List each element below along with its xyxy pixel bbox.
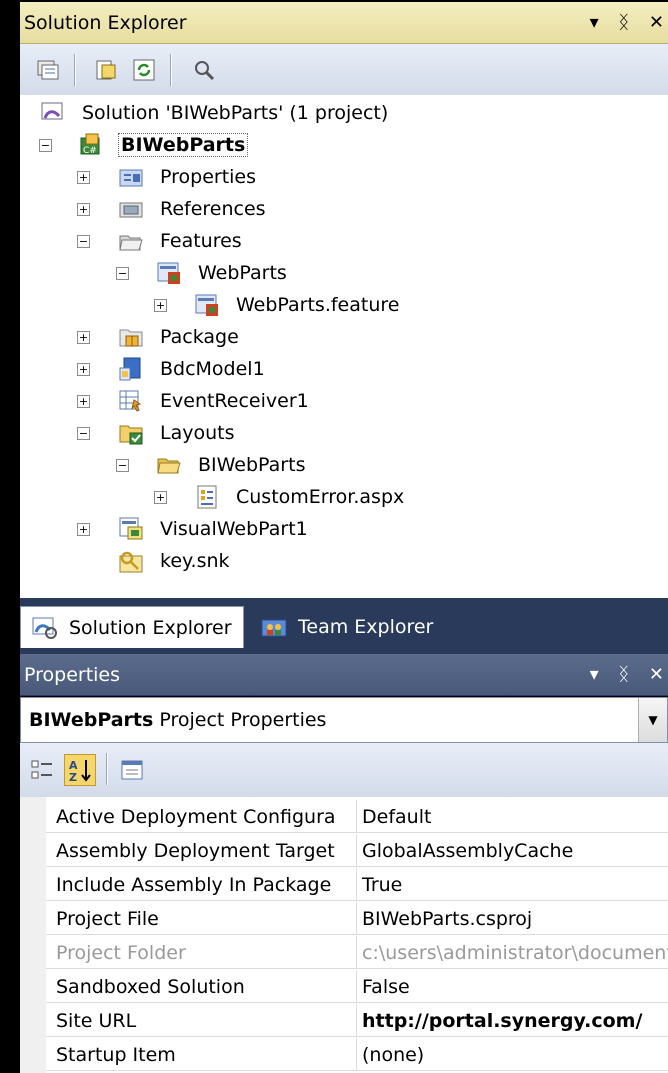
property-value[interactable]: True xyxy=(357,868,668,901)
tree-item-webparts-feature[interactable]: WebParts.feature xyxy=(194,290,399,320)
explorer-tab-strip: Solution Explorer Team Explorer xyxy=(20,598,668,654)
expand-icon[interactable]: + xyxy=(77,203,90,216)
solution-explorer-tab-icon xyxy=(32,617,57,639)
collapse-icon[interactable]: − xyxy=(39,139,52,152)
property-value[interactable]: GlobalAssemblyCache xyxy=(357,834,668,867)
property-row[interactable]: Active Deployment Configura Default xyxy=(20,800,668,834)
property-name: Assembly Deployment Target xyxy=(46,834,357,867)
tree-item-features[interactable]: Features xyxy=(118,226,242,256)
collapse-icon[interactable]: − xyxy=(116,459,129,472)
key-file-icon xyxy=(119,551,143,573)
tree-item-solution[interactable]: Solution 'BIWebParts' (1 project) xyxy=(40,98,388,128)
tree-item-visualwebpart[interactable]: VisualWebPart1 xyxy=(118,514,308,544)
expand-icon[interactable]: + xyxy=(77,523,90,536)
selected-object-type: Project Properties xyxy=(159,709,327,731)
window-position-dropdown-icon[interactable]: ▾ xyxy=(590,654,599,696)
property-row[interactable]: Startup Item (none) xyxy=(20,1038,668,1072)
property-pages-icon[interactable] xyxy=(118,756,146,784)
open-folder-icon xyxy=(157,458,181,474)
refresh-icon[interactable] xyxy=(130,56,158,84)
property-grid: Active Deployment Configura Default Asse… xyxy=(20,797,668,1073)
tree-item-project[interactable]: C# BIWebParts xyxy=(78,130,249,160)
tree-item-package[interactable]: Package xyxy=(118,322,239,352)
expand-icon[interactable]: + xyxy=(154,491,167,504)
object-selector-dropdown[interactable]: BIWebParts Project Properties ▼ xyxy=(20,697,668,743)
solution-explorer-title: Solution Explorer xyxy=(24,12,187,34)
tree-item-layouts[interactable]: Layouts xyxy=(118,418,235,448)
alphabetical-icon[interactable]: AZ xyxy=(64,754,96,786)
solution-explorer-toolbar xyxy=(20,44,668,97)
properties-toolbar: AZ xyxy=(20,743,668,798)
aspx-file-icon xyxy=(197,485,217,509)
property-value[interactable]: False xyxy=(357,970,668,1003)
expand-icon[interactable]: + xyxy=(77,331,90,344)
properties-title-bar: Properties ▾ ᛝ ✕ xyxy=(20,654,668,696)
solution-tree: Solution 'BIWebParts' (1 project) − C# B… xyxy=(20,95,668,598)
expand-icon[interactable]: + xyxy=(154,299,167,312)
auto-hide-pin-icon[interactable]: ᛝ xyxy=(618,2,629,44)
property-row[interactable]: Sandboxed Solution False xyxy=(20,970,668,1004)
property-row[interactable]: Assembly Deployment Target GlobalAssembl… xyxy=(20,834,668,868)
collapse-icon[interactable]: − xyxy=(77,427,90,440)
expand-icon[interactable]: + xyxy=(77,171,90,184)
event-receiver-icon xyxy=(119,390,142,412)
chevron-down-icon[interactable]: ▼ xyxy=(638,698,667,742)
tab-team-explorer[interactable]: Team Explorer xyxy=(250,606,470,648)
property-row[interactable]: Project File BIWebParts.csproj xyxy=(20,902,668,936)
team-explorer-tab-icon xyxy=(261,619,287,637)
tree-item-bdcmodel[interactable]: BdcModel1 xyxy=(118,354,265,384)
property-name: Project Folder xyxy=(46,936,357,969)
solution-icon xyxy=(41,102,63,120)
bdc-model-icon xyxy=(119,357,141,381)
svg-text:Z: Z xyxy=(69,771,77,783)
property-value[interactable]: Default xyxy=(357,800,668,833)
property-value[interactable]: (none) xyxy=(357,1038,668,1071)
feature-icon xyxy=(157,262,180,284)
tree-item-eventreceiver[interactable]: EventReceiver1 xyxy=(118,386,309,416)
selected-object-name: BIWebParts xyxy=(29,709,154,731)
property-name: Startup Item xyxy=(46,1038,357,1071)
references-icon xyxy=(119,202,143,218)
show-all-files-icon[interactable] xyxy=(34,56,62,84)
expand-icon[interactable]: + xyxy=(77,363,90,376)
svg-text:C#: C# xyxy=(83,146,97,156)
expand-icon[interactable]: + xyxy=(77,395,90,408)
feature-file-icon xyxy=(195,294,218,316)
property-name: Site URL xyxy=(46,1004,357,1037)
categorized-icon[interactable] xyxy=(28,756,56,784)
package-icon xyxy=(119,329,143,347)
csharp-project-icon: C# xyxy=(80,133,100,156)
tree-item-customerror[interactable]: CustomError.aspx xyxy=(194,482,404,512)
property-name: Include Assembly In Package xyxy=(46,868,357,901)
property-name: Sandboxed Solution xyxy=(46,970,357,1003)
tree-item-keysnk[interactable]: key.snk xyxy=(118,546,230,576)
tab-solution-explorer[interactable]: Solution Explorer xyxy=(20,606,244,648)
tree-item-references[interactable]: References xyxy=(118,194,266,224)
property-name: Project File xyxy=(46,902,357,935)
collapse-icon[interactable]: − xyxy=(116,267,129,280)
property-name: Active Deployment Configura xyxy=(46,800,357,833)
visual-web-part-icon xyxy=(119,517,143,540)
properties-icon[interactable] xyxy=(92,56,120,84)
collapse-icon[interactable]: − xyxy=(77,235,90,248)
property-row[interactable]: Site URL http://portal.synergy.com/ xyxy=(20,1004,668,1038)
solution-explorer-title-bar: Solution Explorer ▾ ᛝ ✕ xyxy=(20,2,668,44)
property-row[interactable]: Include Assembly In Package True xyxy=(20,868,668,902)
mapped-folder-icon xyxy=(119,425,143,445)
open-folder-icon xyxy=(119,235,143,251)
property-value[interactable]: BIWebParts.csproj xyxy=(357,902,668,935)
tree-item-webparts-feature-folder[interactable]: WebParts xyxy=(156,258,287,288)
window-position-dropdown-icon[interactable]: ▾ xyxy=(590,2,599,44)
auto-hide-pin-icon[interactable]: ᛝ xyxy=(618,654,629,696)
properties-title: Properties xyxy=(24,664,121,686)
property-row[interactable]: Project Folder c:\users\administrator\do… xyxy=(20,936,668,970)
property-value: c:\users\administrator\documents xyxy=(357,936,668,969)
view-class-diagram-icon[interactable] xyxy=(190,56,218,84)
close-icon[interactable]: ✕ xyxy=(649,2,664,44)
tree-item-layouts-biwebparts[interactable]: BIWebParts xyxy=(156,450,305,480)
property-value[interactable]: http://portal.synergy.com/ xyxy=(357,1004,668,1037)
tree-item-properties[interactable]: Properties xyxy=(118,162,256,192)
properties-folder-icon xyxy=(119,169,143,187)
close-icon[interactable]: ✕ xyxy=(649,654,664,696)
